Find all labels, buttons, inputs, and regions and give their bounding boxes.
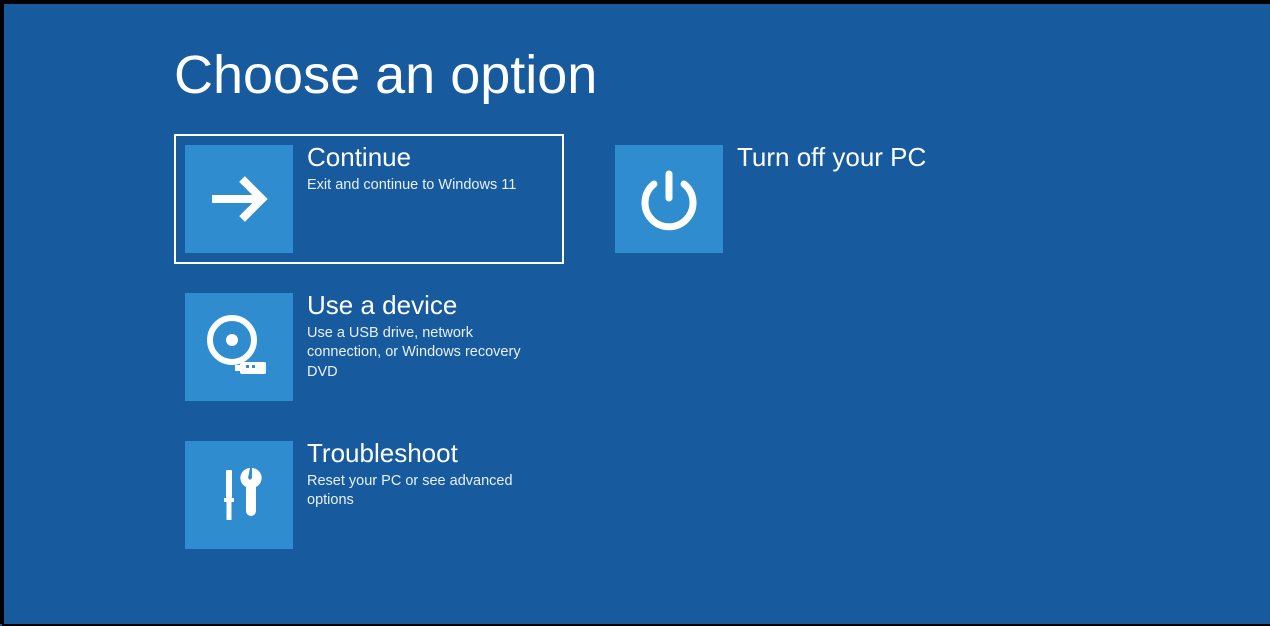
option-text: Troubleshoot Reset your PC or see advanc…	[293, 441, 550, 511]
option-turn-off[interactable]: Turn off your PC	[604, 134, 994, 264]
option-title: Use a device	[307, 291, 550, 320]
option-desc: Use a USB drive, network connection, or …	[307, 324, 550, 383]
option-continue[interactable]: Continue Exit and continue to Windows 11	[174, 134, 564, 264]
options-grid: Continue Exit and continue to Windows 11	[174, 134, 1270, 560]
option-desc: Exit and continue to Windows 11	[307, 176, 516, 196]
option-text: Use a device Use a USB drive, network co…	[293, 293, 550, 382]
option-use-device[interactable]: Use a device Use a USB drive, network co…	[174, 282, 564, 412]
options-column-left: Continue Exit and continue to Windows 11	[174, 134, 564, 560]
option-title: Turn off your PC	[737, 143, 926, 172]
option-text: Continue Exit and continue to Windows 11	[293, 145, 516, 195]
option-troubleshoot[interactable]: Troubleshoot Reset your PC or see advanc…	[174, 430, 564, 560]
option-text: Turn off your PC	[723, 145, 926, 176]
tools-icon	[185, 441, 293, 549]
options-column-right: Turn off your PC	[604, 134, 994, 560]
arrow-right-icon	[185, 145, 293, 253]
recovery-options-screen: Choose an option Continue Exit and conti…	[4, 4, 1270, 624]
option-title: Troubleshoot	[307, 439, 550, 468]
option-desc: Reset your PC or see advanced options	[307, 472, 550, 511]
disc-usb-icon	[185, 293, 293, 401]
page-title: Choose an option	[174, 44, 1270, 106]
option-title: Continue	[307, 143, 516, 172]
power-icon	[615, 145, 723, 253]
